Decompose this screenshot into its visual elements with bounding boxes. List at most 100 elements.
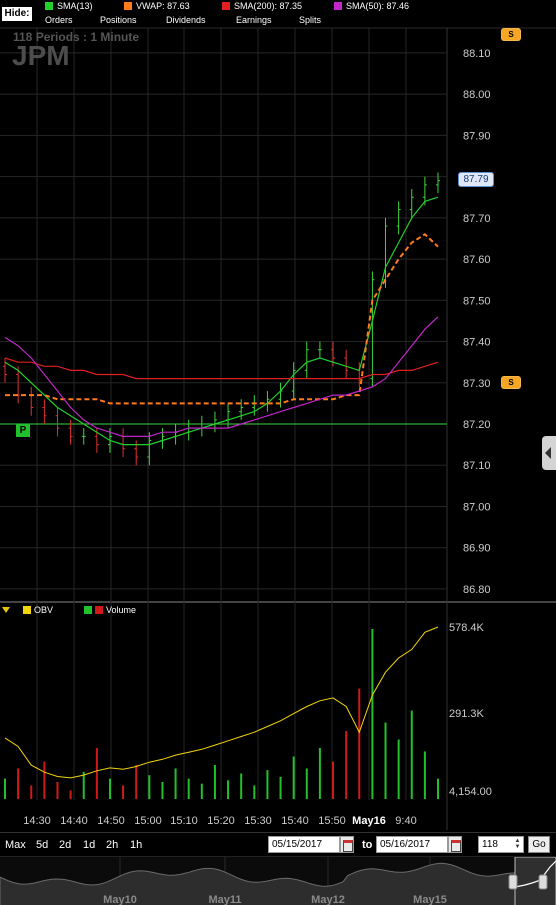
volume-up-swatch-icon (84, 606, 92, 614)
x-tick-label: 15:10 (170, 815, 198, 827)
to-label: to (362, 839, 373, 851)
range-max-button[interactable]: Max (5, 839, 26, 851)
y-tick-label: 87.60 (463, 254, 491, 266)
from-calendar-icon[interactable] (340, 836, 354, 853)
range-1d-button[interactable]: 1d (83, 839, 95, 851)
volume-bar (305, 768, 308, 799)
navigator-chart[interactable]: May10 May11 May12 May15 (0, 856, 556, 905)
volume-bar (358, 688, 361, 799)
obv-tick-label: 578.4K (449, 622, 485, 634)
collapse-panel-tab[interactable] (542, 436, 556, 470)
y-tick-label: 87.00 (463, 501, 491, 513)
volume-bar (397, 739, 400, 799)
volume-bar (371, 629, 374, 799)
volume-bar (43, 761, 46, 799)
volume-bar (318, 748, 321, 799)
legend-volume-label: Volume (106, 605, 137, 615)
x-tick-label: 9:40 (395, 815, 416, 827)
volume-bar (187, 778, 190, 799)
volume-bar (213, 765, 216, 799)
volume-bar (345, 731, 348, 799)
legend-obv-label: OBV (34, 605, 54, 615)
y-tick-label: 87.90 (463, 130, 491, 142)
x-tick-label: 15:20 (207, 815, 235, 827)
volume-bar (200, 783, 203, 799)
volume-bar (108, 778, 111, 799)
y-tick-label: 88.00 (463, 89, 491, 101)
volume-bar (423, 751, 426, 799)
y-tick-label: 86.80 (463, 584, 491, 596)
volume-bar (227, 780, 230, 799)
volume-bar (240, 773, 243, 799)
volume-bar (135, 765, 138, 799)
y-tick-label: 87.50 (463, 295, 491, 307)
x-tick-label: 14:30 (23, 815, 51, 827)
legend-obv[interactable]: OBV (23, 605, 53, 615)
volume-bar (95, 748, 98, 799)
volume-bar (174, 768, 177, 799)
y-tick-label: 87.20 (463, 419, 491, 431)
volume-bar (410, 710, 413, 799)
volume-bar (253, 785, 256, 799)
x-tick-label: 15:50 (318, 815, 346, 827)
x-tick-label: 15:00 (134, 815, 162, 827)
price-chart[interactable]: 14:30 14:40 14:50 15:00 15:10 15:20 15:30 15:40… (0, 0, 556, 832)
volume-down-swatch-icon (95, 606, 103, 614)
chart-window: Hide: SMA(13) VWAP: 87.63 SMA(200): 87.3… (0, 0, 556, 905)
x-tick-label: 15:30 (244, 815, 272, 827)
nav-handle-right-icon (538, 874, 548, 890)
x-tick-label: May16 (352, 815, 386, 827)
stepper-arrows-icon[interactable]: ▲ ▼ (513, 838, 522, 851)
obv-tick-label: 4,154.00 (449, 786, 492, 798)
to-date-input[interactable]: 05/16/2017 (376, 836, 448, 853)
nav-date-label: May11 (208, 894, 241, 905)
navigator-panel[interactable]: May10 May11 May12 May15 (0, 856, 556, 905)
range-2h-button[interactable]: 2h (106, 839, 118, 851)
range-5d-button[interactable]: 5d (36, 839, 48, 851)
volume-bar (17, 768, 20, 799)
collapse-lower-icon[interactable] (2, 607, 10, 613)
legend-volume[interactable]: Volume (84, 605, 136, 615)
y-tick-label: 87.70 (463, 213, 491, 225)
nav-handle-left-icon (508, 874, 518, 890)
x-tick-label: 15:40 (281, 815, 309, 827)
volume-bar (384, 722, 387, 799)
to-calendar-icon[interactable] (448, 836, 462, 853)
go-button[interactable]: Go (528, 836, 550, 853)
volume-bar (82, 771, 85, 799)
periods-stepper[interactable]: 118 ▲ ▼ (478, 836, 524, 853)
split-marker-top[interactable]: S (501, 28, 521, 41)
volume-bar (122, 785, 125, 799)
range-1h-button[interactable]: 1h (130, 839, 142, 851)
last-price-tag: 87.79 (458, 172, 494, 187)
volume-bar (266, 770, 269, 799)
volume-bar (148, 775, 151, 799)
periods-value: 118 (482, 839, 498, 850)
obv-tick-label: 291.3K (449, 708, 485, 720)
ticker-symbol: JPM (12, 40, 70, 71)
nav-date-label: May10 (103, 894, 137, 905)
y-tick-label: 86.90 (463, 543, 491, 555)
y-tick-label: 87.40 (463, 337, 491, 349)
position-marker[interactable]: P (16, 424, 30, 437)
y-tick-label: 87.10 (463, 460, 491, 472)
from-date-input[interactable]: 05/15/2017 (268, 836, 340, 853)
volume-bar (279, 776, 282, 799)
nav-date-label: May12 (311, 894, 345, 905)
nav-window (514, 856, 556, 905)
split-marker-mid[interactable]: S (501, 376, 521, 389)
obv-swatch-icon (23, 606, 31, 614)
volume-bar (161, 782, 164, 799)
volume-bar (56, 782, 59, 799)
volume-bar (69, 790, 72, 799)
range-2d-button[interactable]: 2d (59, 839, 71, 851)
y-tick-label: 88.10 (463, 48, 491, 60)
volume-bar (30, 785, 33, 799)
volume-bar (4, 778, 6, 799)
x-tick-label: 14:50 (97, 815, 125, 827)
y-tick-label: 87.30 (463, 378, 491, 390)
nav-date-label: May15 (413, 894, 447, 905)
volume-bar (292, 756, 295, 799)
x-tick-label: 14:40 (60, 815, 88, 827)
range-toolbar: Max 5d 2d 1d 2h 1h 05/15/2017 to 05/16/2… (0, 832, 556, 855)
